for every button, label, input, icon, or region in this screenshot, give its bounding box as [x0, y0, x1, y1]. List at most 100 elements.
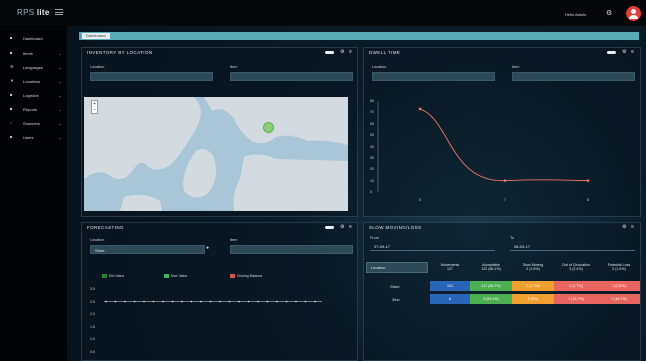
location-marker[interactable] — [263, 122, 274, 133]
sidebar-item-items[interactable]: ■ Items ⌄ — [0, 47, 67, 59]
menu-icon[interactable]: ≡ — [631, 224, 634, 230]
to-label: To — [510, 236, 515, 240]
dwell-point[interactable] — [586, 179, 590, 182]
forecast-point[interactable] — [314, 300, 316, 303]
dwell-point[interactable] — [418, 107, 422, 111]
movements-cell: 6 — [430, 294, 470, 304]
panel-title: DWELL TIME — [369, 50, 401, 55]
zoom-out-button[interactable]: − — [92, 107, 97, 113]
item-label: Item — [512, 65, 520, 69]
toggle-switch[interactable] — [325, 226, 334, 229]
forecast-point[interactable] — [200, 300, 202, 303]
toggle-switch[interactable] — [607, 51, 616, 54]
breadcrumb-item[interactable]: Dashboard — [82, 33, 110, 39]
forecast-point[interactable] — [114, 300, 117, 303]
forecast-point[interactable] — [105, 300, 107, 303]
gear-icon[interactable]: ⚙ — [340, 224, 344, 230]
forecast-point[interactable] — [304, 300, 307, 303]
chevron-down-icon: ⌄ — [58, 134, 62, 140]
settings-icon[interactable]: ⚙ — [606, 9, 612, 17]
row-location: Zinc — [392, 297, 400, 302]
forecast-point[interactable] — [219, 300, 221, 303]
location-select[interactable] — [90, 72, 213, 81]
menu-icon[interactable]: ≡ — [349, 49, 352, 55]
forecast-point[interactable] — [124, 300, 126, 303]
app-logo[interactable]: RPS lite — [17, 8, 50, 17]
sidebar-item-languages[interactable]: ☰ Languages ⌄ — [0, 61, 67, 73]
forecast-point[interactable] — [285, 300, 288, 303]
reports-icon: ■ — [10, 106, 13, 111]
legend-swatch-min — [102, 274, 107, 278]
avatar[interactable] — [626, 6, 641, 21]
item-select[interactable] — [230, 245, 353, 254]
movements-cell: 121 — [430, 281, 470, 291]
from-date-input[interactable]: 07-09-17 — [370, 242, 495, 251]
potential-loss-cell: 1 (0.8%) — [598, 281, 640, 291]
row-location: Store — [390, 284, 400, 289]
sidebar-item-reports[interactable]: ■ Reports ⌄ — [0, 103, 67, 115]
item-label: Item — [230, 65, 238, 69]
sidebar-item-label: Items — [23, 50, 33, 56]
dwell-series-line — [419, 108, 589, 182]
slow-moving-cell: 0 (0%) — [512, 294, 554, 304]
panel-header: DWELL TIME ⚙ ≡ — [364, 48, 640, 57]
forecast-point[interactable] — [257, 300, 259, 303]
panel-title: SLOW MOVING/LOSS — [369, 225, 422, 230]
forecast-point[interactable] — [181, 300, 183, 303]
item-select[interactable] — [512, 72, 635, 81]
map-land — [84, 97, 348, 211]
forecast-point[interactable] — [228, 300, 231, 303]
legend-label: Closing Balance — [237, 274, 263, 278]
menu-icon[interactable]: ≡ — [349, 224, 352, 230]
column-header: Out of Circulation 3 (2.4%) — [554, 263, 598, 271]
forecast-point[interactable] — [152, 300, 155, 303]
sidebar-item-locations[interactable]: ▼ Locations ⌄ — [0, 75, 67, 87]
item-select[interactable] — [230, 72, 353, 81]
clear-icon[interactable]: ● — [206, 245, 209, 251]
acceptable-cell: 5 (83.3%) — [470, 294, 512, 304]
forecast-point[interactable] — [171, 300, 174, 303]
forecast-point[interactable] — [190, 300, 193, 303]
menu-icon[interactable]: ≡ — [631, 49, 634, 55]
location-column-header[interactable]: Location — [366, 262, 428, 273]
gear-icon[interactable]: ⚙ — [622, 224, 626, 230]
column-header: Potential Loss 2 (1.6%) — [598, 263, 640, 271]
forecast-point[interactable] — [133, 300, 136, 303]
location-select[interactable] — [372, 72, 495, 81]
forecast-point[interactable] — [247, 300, 250, 303]
forecast-point[interactable] — [162, 300, 164, 303]
toggle-switch[interactable] — [325, 51, 334, 54]
forecast-point[interactable] — [143, 300, 145, 303]
sidebar-item-label: Languages — [23, 64, 43, 70]
sidebar-item-logistics[interactable]: ■ Logistics ⌄ — [0, 89, 67, 101]
location-select[interactable]: Store — [90, 245, 205, 254]
dwell-point[interactable] — [503, 179, 507, 182]
gear-icon[interactable]: ⚙ — [622, 49, 626, 55]
logistics-icon: ■ — [10, 92, 13, 97]
forecast-point[interactable] — [238, 300, 240, 303]
sidebar-item-label: Locations — [23, 78, 41, 84]
forecast-point[interactable] — [295, 300, 297, 303]
sidebar-item-scanners[interactable]: :: Scanners ⌄ — [0, 117, 67, 129]
forecast-point[interactable] — [209, 300, 212, 303]
panel-header: INVENTORY BY LOCATION ⚙ ≡ — [82, 48, 357, 57]
column-total: 3 (2.4%) — [569, 267, 583, 271]
acceptable-cell: 117 (96.7%) — [470, 281, 512, 291]
panel-header: SLOW MOVING/LOSS ⚙ ≡ — [364, 223, 640, 232]
map[interactable]: + − — [84, 97, 348, 211]
column-total: 127 — [447, 267, 453, 271]
slow-moving-cell: 2 (1.7%) — [512, 281, 554, 291]
dwell-plot — [377, 101, 590, 192]
location-label: Location — [372, 65, 387, 69]
sidebar-item-users[interactable]: ■ Users ⌄ — [0, 131, 67, 143]
sidebar-item-dashboard[interactable]: ■ Dashboard — [0, 32, 67, 44]
item-label: Item — [230, 238, 238, 242]
chevron-down-icon: ⌄ — [58, 78, 62, 84]
chevron-down-icon: ⌄ — [58, 92, 62, 98]
forecast-point[interactable] — [276, 300, 278, 303]
forecast-point[interactable] — [266, 300, 269, 303]
to-date-input[interactable]: 08-03-17 — [510, 242, 635, 251]
gear-icon[interactable]: ⚙ — [340, 49, 344, 55]
chevron-down-icon: ⌄ — [58, 106, 62, 112]
hamburger-icon[interactable] — [55, 9, 63, 15]
